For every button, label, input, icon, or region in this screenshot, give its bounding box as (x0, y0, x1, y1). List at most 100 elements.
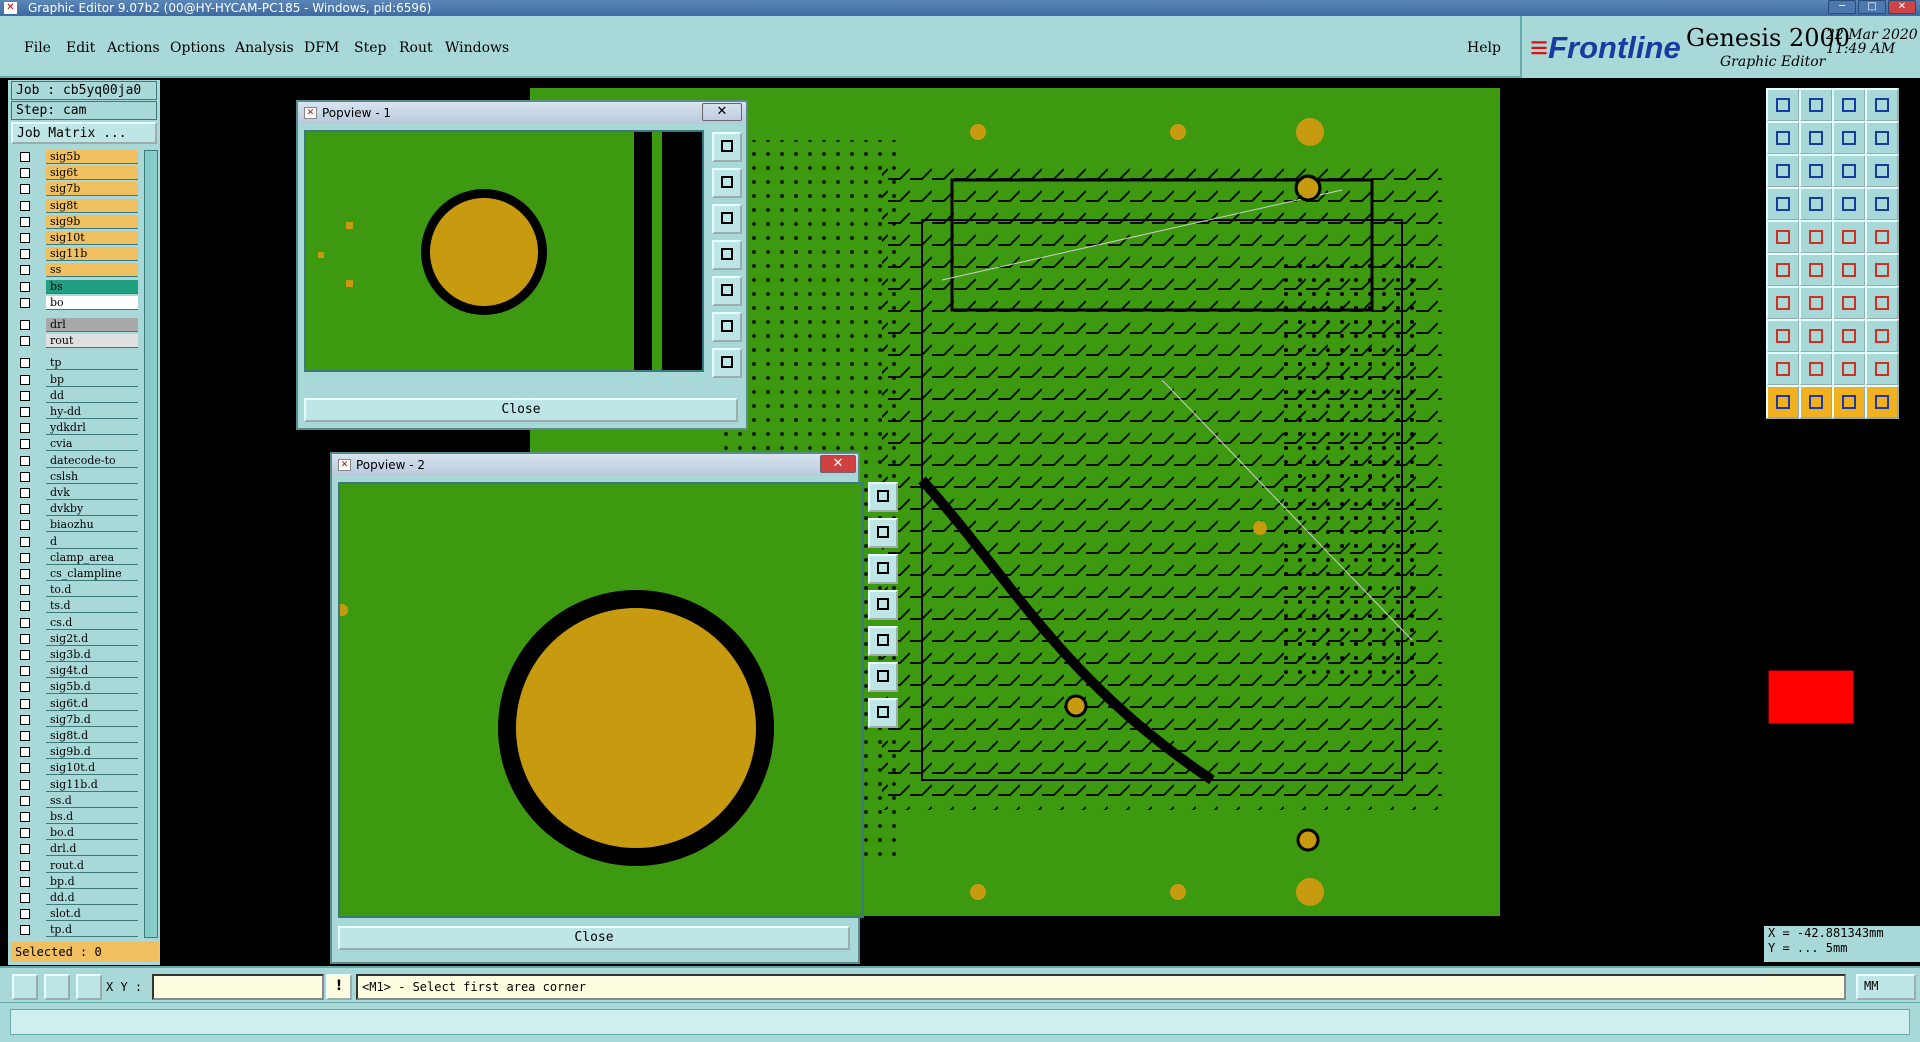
layer-checkbox[interactable] (20, 439, 30, 450)
layer-name[interactable]: dvk (46, 486, 138, 500)
menu-rout[interactable]: Rout (399, 40, 433, 56)
layer-row[interactable]: sig8t (12, 198, 140, 213)
layer-row[interactable]: sig9b.d (12, 745, 140, 760)
menu-analysis[interactable]: Analysis (235, 40, 294, 56)
layer-row[interactable]: sig6t (12, 166, 140, 181)
pointer2-icon[interactable] (1799, 385, 1833, 419)
node-icon[interactable] (1766, 253, 1800, 287)
layer-row[interactable]: bp.d (12, 874, 140, 889)
scale-icon[interactable] (1832, 154, 1866, 188)
pan-right-icon[interactable] (868, 626, 898, 656)
rotate-icon[interactable] (1832, 286, 1866, 320)
popview-1-close-icon[interactable]: ✕ (702, 103, 742, 121)
layer-name[interactable]: tp.d (46, 923, 138, 938)
layer-name[interactable]: cvia (46, 437, 138, 452)
layer-name[interactable]: rout (46, 334, 138, 349)
layer-name[interactable]: d (46, 534, 138, 549)
layer-checkbox[interactable] (20, 925, 30, 936)
layer-checkbox[interactable] (20, 249, 30, 260)
layer-checkbox[interactable] (20, 763, 30, 774)
flip-icon[interactable] (1865, 187, 1899, 221)
select-mode-icon[interactable] (12, 974, 38, 1000)
layer-checkbox[interactable] (20, 471, 30, 482)
layer-checkbox[interactable] (20, 633, 30, 644)
layer-checkbox[interactable] (20, 779, 30, 790)
layer-name[interactable]: sig8t.d (46, 729, 138, 743)
zoom-home-icon[interactable] (868, 482, 898, 512)
layer-row[interactable]: ss (12, 263, 140, 278)
link-icon[interactable] (1865, 253, 1899, 287)
layer-name[interactable]: sig6t (46, 166, 138, 181)
slash-icon[interactable] (1799, 286, 1833, 320)
layer-checkbox[interactable] (20, 184, 30, 195)
layer-row[interactable]: bo.d (12, 826, 140, 841)
zoom-in-icon[interactable] (712, 312, 742, 342)
layer-checkbox[interactable] (20, 536, 30, 547)
layer-checkbox[interactable] (20, 682, 30, 693)
layer-checkbox[interactable] (20, 650, 30, 660)
layer-row[interactable]: dd.d (12, 891, 140, 905)
layer-name[interactable]: drl.d (46, 842, 138, 857)
layer-row[interactable]: ydkdrl (12, 421, 140, 436)
cross-icon[interactable] (1799, 253, 1833, 287)
layer-name[interactable]: sig6t.d (46, 696, 138, 711)
layer-name[interactable]: bo (46, 295, 138, 310)
layer-name[interactable]: bp (46, 372, 138, 387)
layer-name[interactable]: sig3b.d (46, 648, 138, 662)
pad-icon[interactable] (1766, 220, 1800, 254)
layer-name[interactable]: bo.d (46, 826, 138, 841)
mirror-icon[interactable] (1865, 319, 1899, 353)
close-window-button[interactable]: ✕ (1888, 0, 1916, 14)
layer-name[interactable]: bp.d (46, 874, 138, 889)
text-icon[interactable] (1865, 286, 1899, 320)
menu-actions[interactable]: Actions (107, 40, 160, 56)
layer-row[interactable]: d (12, 534, 140, 549)
layer-name[interactable]: dd (46, 388, 138, 403)
layer-name[interactable]: ss.d (46, 793, 138, 808)
layer-row[interactable]: datecode-to (12, 453, 140, 468)
maximize-button[interactable]: □ (1858, 0, 1886, 14)
alert-icon[interactable]: ! (326, 974, 352, 1000)
layer-name[interactable]: sig9b (46, 214, 138, 229)
layer-checkbox[interactable] (20, 358, 30, 369)
align-icon[interactable] (1832, 319, 1866, 353)
layer-checkbox[interactable] (20, 585, 30, 596)
layer-row[interactable]: slot.d (12, 907, 140, 922)
layer-row[interactable]: sig11b (12, 247, 140, 262)
pan-down-icon[interactable] (712, 204, 742, 234)
layer-row[interactable]: dvkby (12, 502, 140, 517)
units-selector[interactable]: MM (1856, 974, 1916, 1000)
layer-row[interactable]: cvia (12, 437, 140, 452)
split-icon[interactable] (1832, 253, 1866, 287)
layer-name[interactable]: sig2t.d (46, 631, 138, 646)
layer-row[interactable]: cs.d (12, 615, 140, 630)
layer-row[interactable]: sig8t.d (12, 729, 140, 743)
layer-name[interactable]: ydkdrl (46, 421, 138, 436)
menu-dfm[interactable]: DFM (304, 40, 339, 56)
layer-checkbox[interactable] (20, 876, 30, 887)
layer-name[interactable]: sig9b.d (46, 745, 138, 760)
layer-checkbox[interactable] (20, 407, 30, 417)
layer-checkbox[interactable] (20, 336, 30, 347)
settings-icon[interactable] (1766, 187, 1800, 221)
layer-checkbox[interactable] (20, 281, 30, 292)
layer-checkbox[interactable] (20, 714, 30, 725)
xy-input[interactable] (152, 974, 324, 1000)
popview-1-view[interactable] (304, 130, 704, 372)
layer-name[interactable]: sig11b (46, 247, 138, 262)
layer-checkbox[interactable] (20, 488, 30, 498)
layer-checkbox[interactable] (20, 844, 30, 855)
layer-checkbox[interactable] (20, 455, 30, 466)
layer-row[interactable]: sig5b.d (12, 680, 140, 695)
layer-name[interactable]: drl (46, 318, 138, 332)
pointer3-icon[interactable] (1832, 385, 1866, 419)
layer-row[interactable]: rout (12, 334, 140, 349)
layer-row[interactable]: drl (12, 318, 140, 332)
layer-checkbox[interactable] (20, 698, 30, 709)
layer-checkbox[interactable] (20, 666, 30, 677)
layer-name[interactable]: clamp_area (46, 550, 138, 565)
layer-checkbox[interactable] (20, 795, 30, 806)
layer-row[interactable]: sig11b.d (12, 777, 140, 792)
layer-checkbox[interactable] (20, 812, 30, 822)
layer-row[interactable]: drl.d (12, 842, 140, 857)
